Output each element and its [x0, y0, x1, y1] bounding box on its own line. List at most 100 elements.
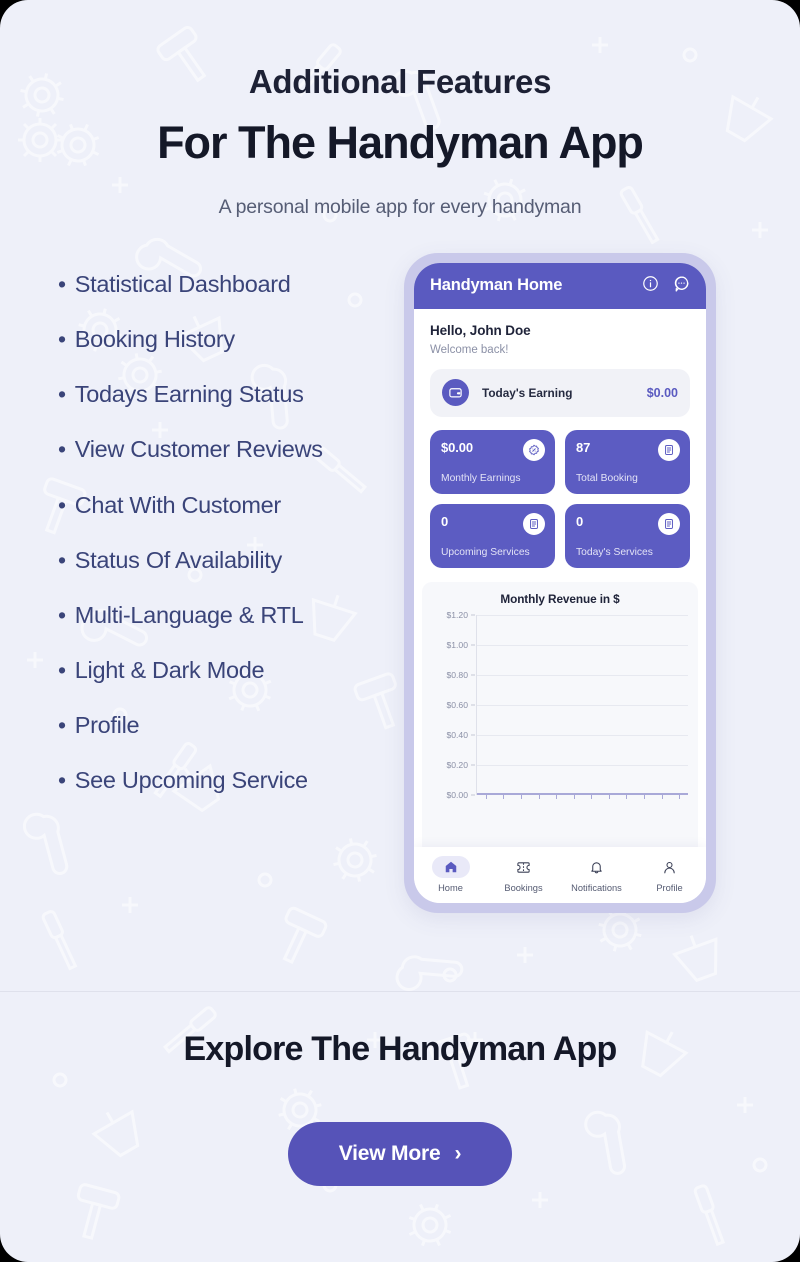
list-item: • See Upcoming Service: [58, 767, 400, 794]
stat-card-grid: $0.00 Monthly Earnings 87 Total Booking …: [430, 429, 690, 568]
bullet-icon: •: [58, 657, 66, 684]
bullet-icon: •: [58, 325, 66, 352]
nav-item-home[interactable]: Home: [419, 856, 483, 893]
todays-earning-label: Today's Earning: [482, 385, 573, 400]
nav-item-bookings[interactable]: Bookings: [492, 856, 556, 893]
chart-x-tick-mark: [608, 794, 610, 799]
list-item: • Todays Earning Status: [58, 381, 400, 408]
bullet-icon: •: [58, 381, 66, 408]
home-icon: [431, 856, 470, 879]
chart-grid-line: [477, 644, 688, 646]
bullet-icon: •: [58, 491, 66, 518]
content-row: • Statistical Dashboard • Booking Histor…: [0, 252, 800, 913]
wallet-icon: [442, 379, 469, 407]
chart-x-tick-mark: [538, 794, 540, 799]
chart-grid-line: [477, 674, 688, 676]
document-list-icon: [523, 512, 545, 535]
page-subtitle: A personal mobile app for every handyman: [218, 195, 582, 218]
list-item: • Statistical Dashboard: [58, 271, 400, 298]
list-item-label: Chat With Customer: [74, 491, 281, 518]
chart-x-tick-mark: [661, 794, 663, 799]
chevron-right-icon: ›: [454, 1142, 462, 1165]
chart-y-tick-mark: [471, 614, 475, 616]
chart-grid-line: [477, 614, 688, 616]
list-item: • Booking History: [58, 326, 400, 353]
app-bar-title: Handyman Home: [430, 276, 563, 295]
chart-y-tick-mark: [471, 794, 475, 796]
chart-x-tick-mark: [626, 794, 628, 799]
list-item: • View Customer Reviews: [58, 436, 400, 463]
chart-x-tick-mark: [573, 794, 575, 799]
nav-label: Profile: [656, 883, 683, 894]
stat-card-monthly-earnings[interactable]: $0.00 Monthly Earnings: [430, 429, 555, 494]
chart-x-tick-mark: [485, 794, 487, 799]
chart-x-tick-mark: [520, 794, 522, 799]
document-list-icon: [658, 512, 680, 535]
nav-item-profile[interactable]: Profile: [638, 856, 702, 893]
chart-y-tick-mark: [471, 764, 475, 766]
bell-icon: [578, 856, 616, 878]
chart-x-axis-line: [477, 792, 688, 795]
nav-label: Bookings: [504, 883, 543, 894]
bullet-icon: •: [58, 601, 66, 628]
greeting-block: Hello, John Doe Welcome back!: [414, 309, 706, 356]
bottom-nav: Home Bookings Notifications Profile: [414, 846, 706, 903]
view-more-button[interactable]: View More ›: [288, 1122, 512, 1186]
chart-y-tick-mark: [471, 644, 475, 646]
stat-card-upcoming-services[interactable]: 0 Upcoming Services: [430, 503, 555, 568]
chart-y-tick-label: $0.60: [446, 699, 468, 710]
chart-grid-line: [477, 734, 688, 736]
person-icon: [651, 856, 689, 878]
chart-y-tick-label: $0.40: [446, 729, 468, 740]
list-item: • Light & Dark Mode: [58, 657, 400, 684]
list-item-label: See Upcoming Service: [74, 767, 308, 794]
chart-grid-line: [477, 764, 688, 766]
list-item: • Status Of Availability: [58, 547, 400, 574]
nav-label: Notifications: [571, 883, 622, 894]
phone-screen: Handyman Home Hello, John Doe Welcome ba…: [414, 262, 706, 903]
chart-y-tick-mark: [471, 674, 475, 676]
stat-card-todays-services[interactable]: 0 Today's Services: [565, 503, 690, 568]
chart-x-tick-mark: [644, 794, 646, 799]
app-bar-actions: [642, 275, 690, 297]
todays-earning-card[interactable]: Today's Earning $0.00: [430, 368, 690, 417]
chart-x-tick-mark: [679, 794, 681, 799]
chart-x-tick-mark: [503, 794, 505, 799]
badge-percent-icon: [523, 438, 545, 461]
chart-y-tick-label: $1.00: [446, 639, 468, 650]
chat-bubble-icon[interactable]: [673, 275, 690, 297]
nav-item-notifications[interactable]: Notifications: [565, 856, 629, 893]
list-item-label: Status Of Availability: [74, 546, 282, 573]
stat-label: Total Booking: [576, 472, 638, 484]
list-item: • Multi-Language & RTL: [58, 602, 400, 629]
bullet-icon: •: [58, 436, 66, 463]
ticket-icon: [505, 856, 543, 878]
nav-label: Home: [438, 883, 463, 894]
footer-title: Explore The Handyman App: [183, 1030, 618, 1068]
bullet-icon: •: [58, 767, 66, 794]
view-more-label: View More: [338, 1142, 441, 1165]
bullet-icon: •: [58, 712, 66, 739]
chart-x-tick-mark: [556, 794, 558, 799]
page-root: Additional Features For The Handyman App…: [0, 0, 800, 1262]
info-icon[interactable]: [642, 275, 659, 297]
chart-y-tick-label: $0.00: [446, 789, 468, 800]
chart-y-tick-label: $0.20: [446, 759, 468, 770]
page-eyebrow: Additional Features: [248, 63, 552, 100]
list-item-label: Statistical Dashboard: [74, 270, 291, 297]
chart-y-tick-label: $0.80: [446, 669, 468, 680]
bullet-icon: •: [58, 546, 66, 573]
stat-card-total-booking[interactable]: 87 Total Booking: [565, 429, 690, 494]
hero-section: Additional Features For The Handyman App…: [0, 0, 800, 219]
chart-y-axis: $0.00 $0.20 $0.40 $0.60 $0.80 $1.00 $1.20: [432, 610, 474, 800]
chart-y-tick-label: $1.20: [446, 609, 468, 620]
chart-x-tick-mark: [591, 794, 593, 799]
list-item-label: Multi-Language & RTL: [74, 601, 304, 628]
stat-label: Monthly Earnings: [441, 472, 521, 484]
chart-plot-area: $0.00 $0.20 $0.40 $0.60 $0.80 $1.00 $1.20: [432, 610, 688, 800]
list-item: • Profile: [58, 712, 400, 739]
list-item-label: Booking History: [74, 325, 235, 352]
chart-y-tick-mark: [471, 704, 475, 706]
feature-list: • Statistical Dashboard • Booking Histor…: [0, 271, 400, 823]
todays-earning-value: $0.00: [646, 385, 678, 400]
